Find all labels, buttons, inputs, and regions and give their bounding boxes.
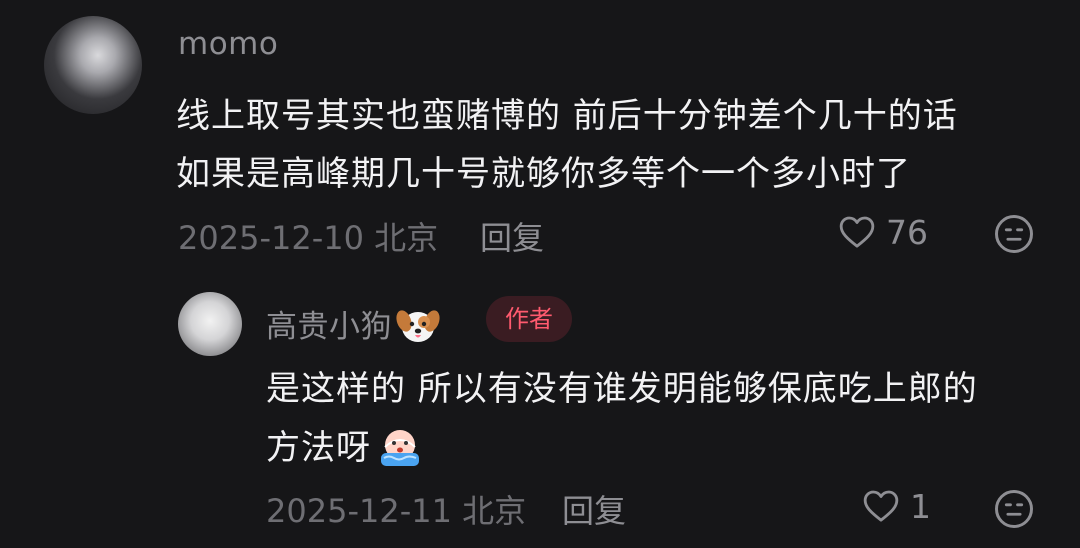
like-button[interactable]: 76 [836, 212, 928, 252]
comment-date: 2025-12-11 [266, 492, 452, 530]
comment-text-line: 如果是高峰期几十号就够你多等个一个多小时了 [176, 154, 911, 194]
comment-text-line: 方法呀 [266, 420, 425, 469]
comment-location: 北京 [462, 492, 527, 530]
user-avatar[interactable] [44, 16, 142, 114]
username[interactable]: 高贵小狗 [266, 301, 440, 346]
comment-location: 北京 [374, 219, 439, 257]
comment-meta: 2025-12-11 北京 [266, 486, 526, 532]
comment-text-line: 线上取号其实也蛮赌博的 前后十分钟差个几十的话 [176, 96, 958, 136]
like-button[interactable]: 1 [860, 486, 931, 526]
crying-face-icon [381, 430, 419, 466]
like-count: 76 [886, 212, 928, 252]
author-badge: 作者 [486, 296, 572, 342]
neutral-face-icon[interactable] [993, 213, 1035, 255]
reply-button[interactable]: 回复 [562, 486, 626, 532]
heart-outline-icon [863, 490, 899, 522]
dog-face-icon [396, 310, 440, 342]
neutral-face-icon[interactable] [993, 488, 1035, 530]
comment-meta: 2025-12-10 北京 [178, 213, 438, 259]
comment-date: 2025-12-10 [178, 219, 364, 257]
heart-outline-icon [839, 216, 875, 248]
username-text: 高贵小狗 [266, 309, 392, 345]
user-avatar[interactable] [178, 292, 242, 356]
like-count: 1 [910, 486, 931, 526]
comment-text-segment: 方法呀 [266, 428, 371, 468]
reply-button[interactable]: 回复 [480, 213, 544, 259]
comment-text-line: 是这样的 所以有没有谁发明能够保底吃上郎的 [266, 369, 978, 409]
username[interactable]: momo [178, 26, 278, 62]
